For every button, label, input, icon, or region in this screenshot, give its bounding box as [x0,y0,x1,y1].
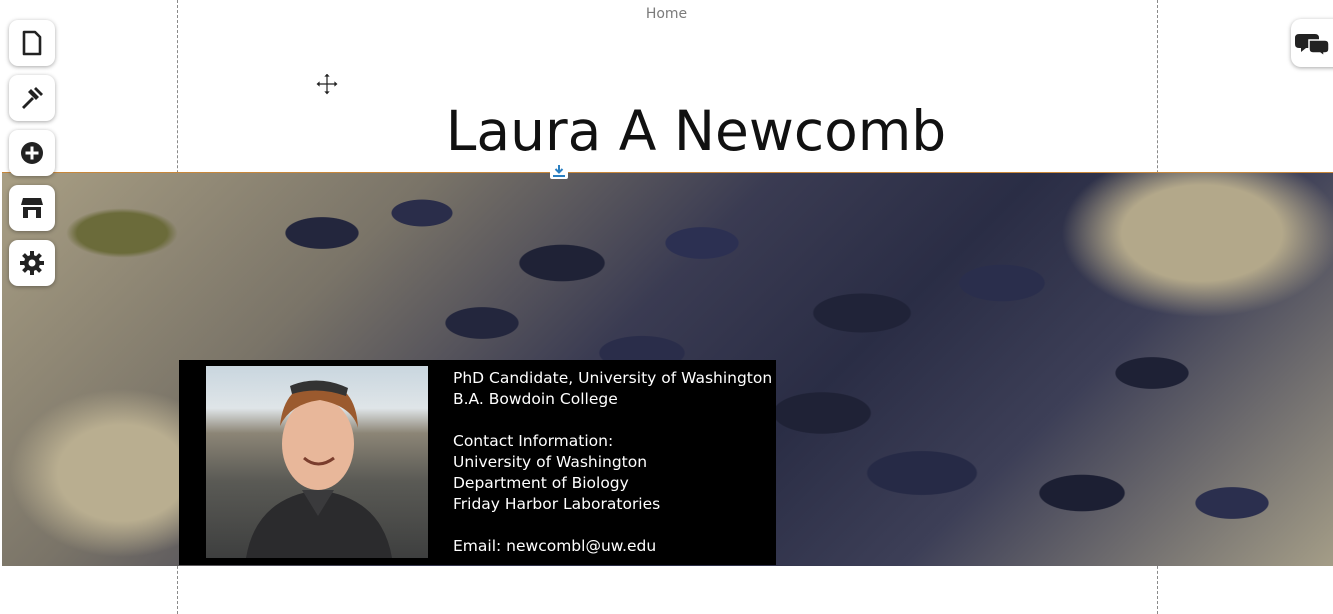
bio-spacer [453,410,773,431]
move-cursor-icon [315,72,339,96]
contact-heading: Contact Information: [453,432,614,450]
plus-circle-icon [21,142,43,164]
bio-degree-phd: PhD Candidate, University of Washington [453,369,773,387]
contact-lab: Friday Harbor Laboratories [453,495,661,513]
bio-spacer [453,515,773,536]
contact-email[interactable]: Email: newcombl@uw.edu [453,536,773,557]
site-title[interactable]: Laura A Newcomb [0,96,1333,166]
portrait-photo[interactable] [206,366,428,558]
page-icon [22,30,42,56]
nav-home-link[interactable]: Home [0,6,1333,22]
bio-text: PhD Candidate, University of Washington … [453,368,773,557]
contact-department: Department of Biology [453,474,629,492]
bio-degree-ba: B.A. Bowdoin College [453,390,618,408]
portrait-illustration [246,380,392,558]
settings-button[interactable] [9,240,55,286]
add-button[interactable] [9,130,55,176]
profile-card[interactable]: PhD Candidate, University of Washington … [179,360,776,565]
hammer-icon [22,87,43,109]
store-button[interactable] [9,185,55,231]
design-button[interactable] [9,75,55,121]
store-icon [21,198,43,218]
download-icon [553,165,565,177]
pages-button[interactable] [9,20,55,66]
chat-button[interactable] [1291,19,1333,67]
download-handle[interactable] [550,163,568,179]
contact-university: University of Washington [453,453,648,471]
gear-icon [20,251,44,275]
chat-bubbles-icon [1295,34,1329,56]
